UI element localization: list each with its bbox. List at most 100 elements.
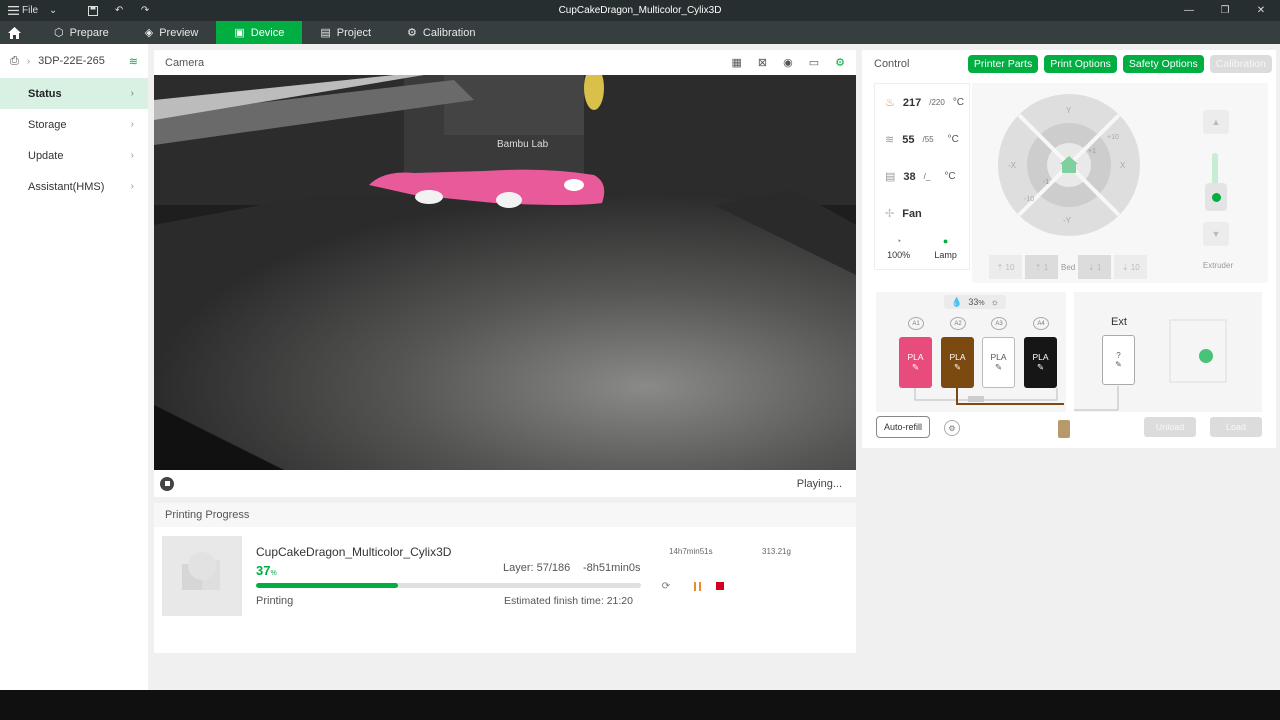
chevron-down-icon[interactable]: ⌄	[42, 0, 64, 21]
close-icon[interactable]: ✕	[1250, 0, 1272, 21]
jog-plus1[interactable]: +1	[1088, 148, 1096, 155]
chevron-right-icon: ›	[130, 181, 134, 192]
refresh-icon[interactable]: ⟳	[658, 579, 674, 593]
camera-overlay-text: Bambu Lab	[497, 139, 549, 150]
record-icon[interactable]: ▭	[809, 56, 819, 69]
jog-x-minus[interactable]: -X	[1008, 161, 1017, 170]
video-off-icon[interactable]: ⊠	[758, 56, 767, 69]
extruder-up-button[interactable]: ▲	[1203, 110, 1229, 134]
printer-icon: ⎙	[10, 54, 19, 67]
camera-footer: Playing...	[154, 470, 856, 497]
jog-minus10[interactable]: -10	[1024, 196, 1034, 203]
print-options-button[interactable]: Print Options	[1044, 54, 1117, 73]
bed-up-10-button[interactable]: ⇡ 10	[989, 255, 1022, 279]
stop-print-button[interactable]	[712, 579, 728, 593]
filament-paths	[914, 388, 1064, 405]
ams-settings-icon[interactable]: ⚙	[944, 420, 960, 436]
printer-parts-button[interactable]: Printer Parts	[967, 54, 1039, 73]
home-icon[interactable]	[0, 21, 28, 44]
tab-preview-label: Preview	[159, 26, 199, 39]
tab-prepare[interactable]: ⬡ Prepare	[36, 21, 127, 44]
pause-button[interactable]	[689, 579, 705, 593]
control-panel: Control Printer Parts Print Options Safe…	[862, 50, 1276, 448]
sidebar-item-storage[interactable]: Storage ›	[0, 109, 148, 140]
unload-button[interactable]: Unload	[1144, 417, 1196, 437]
bed-down-1-button[interactable]: ⇣ 1	[1078, 255, 1112, 279]
chevron-right-icon: ›	[26, 55, 31, 67]
ext-filament-path	[1074, 319, 1227, 411]
sdcard-icon[interactable]: ▦	[731, 56, 741, 69]
main-tabbar: ⬡ Prepare ◈ Preview ▣ Device ▤ Project ⚙…	[0, 21, 1280, 44]
speedometer-icon: ◔	[895, 236, 902, 246]
settings-icon[interactable]: ⚙	[835, 56, 845, 69]
bed-temp[interactable]: ≋ 55 /55 °C	[875, 121, 969, 158]
webcam-icon[interactable]: ◉	[783, 56, 793, 69]
minimize-icon[interactable]: —	[1178, 0, 1200, 21]
extruder-track	[1212, 153, 1218, 187]
jog-x-plus[interactable]: X	[1120, 161, 1126, 170]
stop-icon[interactable]	[160, 476, 174, 491]
tab-prepare-label: Prepare	[69, 26, 109, 39]
external-spool-panel: Ext ? ✎	[1074, 292, 1262, 412]
sidebar-item-label: Storage	[28, 118, 67, 131]
layer-info: Layer: 57/186	[503, 562, 571, 574]
temperature-panel: ♨ 217 /220 °C ≋ 55 /55 °C ▤ 38 /_ °C ✢ F…	[874, 83, 970, 270]
tab-device-label: Device	[250, 26, 285, 39]
estimated-finish: Estimated finish time: 21:20	[504, 595, 633, 607]
extruder-down-button[interactable]: ▼	[1203, 222, 1229, 246]
chevron-right-icon: ›	[130, 150, 134, 161]
bed-temp-unit: °C	[947, 134, 959, 145]
file-menu[interactable]: File	[8, 0, 38, 21]
bed-controls: ⇡ 10 ⇡ 1 Bed ⇣ 1 ⇣ 10	[989, 255, 1148, 279]
nozzle-icon: ♨	[885, 97, 895, 109]
extruder-panel: ▲ ▼ Extruder	[1168, 83, 1268, 283]
speed-control[interactable]: ◔ 100%	[887, 236, 910, 260]
tab-project[interactable]: ▤ Project	[302, 21, 389, 44]
bed-up-1-button[interactable]: ⇡ 1	[1025, 255, 1058, 279]
cube-icon: ⬡	[54, 27, 64, 39]
undo-icon[interactable]: ↶	[108, 0, 130, 21]
tab-calibration[interactable]: ⚙ Calibration	[389, 21, 493, 44]
tab-device[interactable]: ▣ Device	[216, 21, 303, 44]
jog-minus1[interactable]: -1	[1043, 179, 1049, 186]
calibration-button[interactable]: Calibration	[1209, 54, 1272, 73]
maximize-icon[interactable]: ❐	[1214, 0, 1236, 21]
lamp-toggle[interactable]: ● Lamp	[934, 236, 957, 260]
load-button[interactable]: Load	[1210, 417, 1262, 437]
bed-down-10-button[interactable]: ⇣ 10	[1114, 255, 1148, 279]
chamber-temp-unit: °C	[944, 171, 956, 182]
job-name: CupCakeDragon_Multicolor_Cylix3D	[256, 545, 452, 559]
save-icon[interactable]	[82, 0, 104, 21]
device-icon: ▣	[234, 27, 245, 39]
taskbar	[0, 690, 1280, 720]
print-state: Printing	[256, 595, 294, 607]
window-title: CupCakeDragon_Multicolor_Cylix3D	[558, 5, 722, 16]
nozzle-temp[interactable]: ♨ 217 /220 °C	[875, 84, 969, 121]
bed-temp-target: /55	[922, 135, 934, 144]
chevron-right-icon: ›	[130, 88, 134, 99]
jog-y-minus[interactable]: -Y	[1063, 216, 1072, 225]
bed-label: Bed	[1061, 262, 1076, 272]
jog-wheel[interactable]: Y -Y -X X +10 +1 -1 -10	[972, 83, 1168, 243]
safety-options-button[interactable]: Safety Options	[1122, 54, 1204, 73]
auto-refill-button[interactable]: Auto-refill	[876, 416, 930, 438]
redo-icon[interactable]: ↷	[134, 0, 156, 21]
fan-control[interactable]: ✢ Fan	[875, 195, 969, 232]
chamber-temp[interactable]: ▤ 38 /_ °C	[875, 158, 969, 195]
sidebar-item-status[interactable]: Status ›	[0, 78, 148, 109]
tab-project-label: Project	[336, 26, 372, 39]
wifi-icon: ≋	[128, 55, 138, 68]
jog-plus10[interactable]: +10	[1107, 134, 1119, 141]
sidebar-item-update[interactable]: Update ›	[0, 140, 148, 171]
remaining-time: -8h51min0s	[583, 562, 641, 574]
tab-preview[interactable]: ◈ Preview	[127, 21, 217, 44]
jog-y-plus[interactable]: Y	[1066, 106, 1072, 115]
device-selector[interactable]: ⎙ › 3DP-22E-265 ≋	[0, 44, 148, 78]
camera-panel: Camera ▦ ⊠ ◉ ▭ ⚙ Bambu Lab Playing...	[154, 50, 856, 497]
file-label: File	[22, 5, 39, 16]
extruder-indicator	[1205, 183, 1227, 211]
sidebar-item-assistant[interactable]: Assistant(HMS) ›	[0, 171, 148, 202]
fan-icon: ✢	[885, 208, 895, 220]
camera-status: Playing...	[796, 477, 842, 490]
nozzle-temp-target: /220	[929, 98, 945, 107]
